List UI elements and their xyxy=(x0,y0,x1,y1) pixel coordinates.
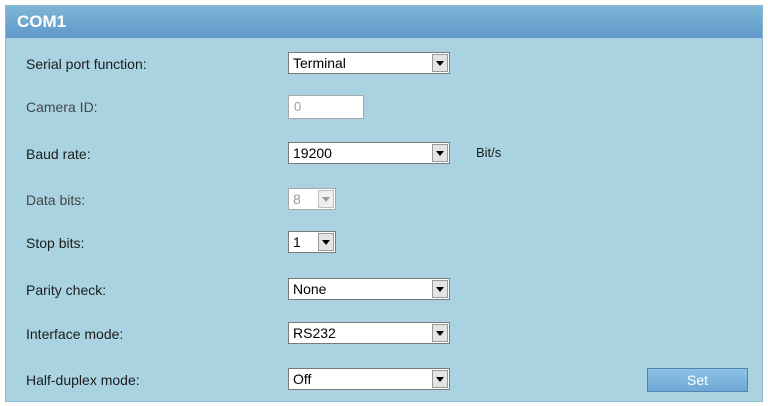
row-camera-id: Camera ID: 0 xyxy=(6,95,762,119)
camera-id-input[interactable]: 0 xyxy=(288,95,364,119)
half-duplex-mode-select[interactable]: Off xyxy=(288,368,450,390)
stop-bits-select[interactable]: 1 xyxy=(288,231,336,253)
serial-port-function-select[interactable]: Terminal xyxy=(288,52,450,74)
chevron-down-icon[interactable] xyxy=(432,370,448,388)
panel-title: COM1 xyxy=(6,6,762,38)
chevron-down-icon[interactable] xyxy=(318,190,334,208)
chevron-down-icon[interactable] xyxy=(318,233,334,251)
stop-bits-value: 1 xyxy=(293,234,301,250)
interface-mode-select[interactable]: RS232 xyxy=(288,322,450,344)
row-parity-check: Parity check: None xyxy=(6,278,762,302)
row-interface-mode: Interface mode: RS232 xyxy=(6,322,762,346)
row-stop-bits: Stop bits: 1 xyxy=(6,231,762,255)
row-baud-rate: Baud rate: 19200 Bit/s xyxy=(6,142,762,166)
parity-check-select[interactable]: None xyxy=(288,278,450,300)
half-duplex-mode-value: Off xyxy=(293,371,312,387)
parity-check-value: None xyxy=(293,281,327,297)
com1-settings-panel: COM1 Serial port function: Terminal Came… xyxy=(5,5,763,402)
serial-port-function-label: Serial port function: xyxy=(26,56,147,72)
data-bits-select[interactable]: 8 xyxy=(288,188,336,210)
data-bits-value: 8 xyxy=(293,191,301,207)
chevron-down-icon[interactable] xyxy=(432,54,448,72)
baud-rate-select[interactable]: 19200 xyxy=(288,142,450,164)
camera-id-label: Camera ID: xyxy=(26,99,98,115)
baud-rate-value: 19200 xyxy=(293,145,332,161)
parity-check-label: Parity check: xyxy=(26,282,107,298)
stop-bits-label: Stop bits: xyxy=(26,235,85,251)
chevron-down-icon[interactable] xyxy=(432,324,448,342)
row-serial-port-function: Serial port function: Terminal xyxy=(6,52,762,76)
serial-port-function-value: Terminal xyxy=(293,55,346,71)
set-button[interactable]: Set xyxy=(647,368,748,392)
interface-mode-label: Interface mode: xyxy=(26,326,124,342)
row-data-bits: Data bits: 8 xyxy=(6,188,762,212)
baud-rate-unit: Bit/s xyxy=(476,145,502,160)
interface-mode-value: RS232 xyxy=(293,325,336,341)
half-duplex-mode-label: Half-duplex mode: xyxy=(26,372,140,388)
data-bits-label: Data bits: xyxy=(26,192,86,208)
baud-rate-label: Baud rate: xyxy=(26,146,91,162)
chevron-down-icon[interactable] xyxy=(432,144,448,162)
chevron-down-icon[interactable] xyxy=(432,280,448,298)
